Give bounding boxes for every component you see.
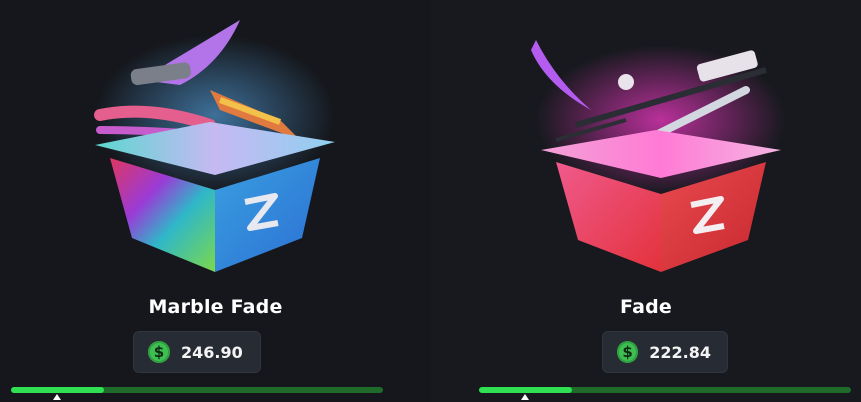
progress-marker-icon (521, 394, 529, 400)
fade-crate-image (531, 40, 786, 272)
case-title: Fade (620, 296, 672, 318)
case-progress-bar (11, 387, 383, 393)
marble-fade-crate-image (94, 20, 335, 272)
open-case-price-button[interactable]: $ 246.90 (133, 331, 261, 373)
progress-marker-icon (53, 394, 61, 400)
case-progress-bar (479, 387, 851, 393)
case-card-marble-fade[interactable]: Marble Fade $ 246.90 (0, 0, 431, 402)
open-case-price-button[interactable]: $ 222.84 (602, 331, 728, 373)
case-progress-fill (479, 387, 572, 393)
case-title: Marble Fade (148, 296, 283, 318)
case-price: 246.90 (181, 342, 243, 362)
case-progress-fill (11, 387, 104, 393)
case-card-fade[interactable]: Fade $ 222.84 (431, 0, 861, 402)
case-price: 222.84 (649, 342, 711, 362)
dollar-coin-icon: $ (617, 341, 639, 363)
dollar-coin-icon: $ (148, 341, 170, 363)
